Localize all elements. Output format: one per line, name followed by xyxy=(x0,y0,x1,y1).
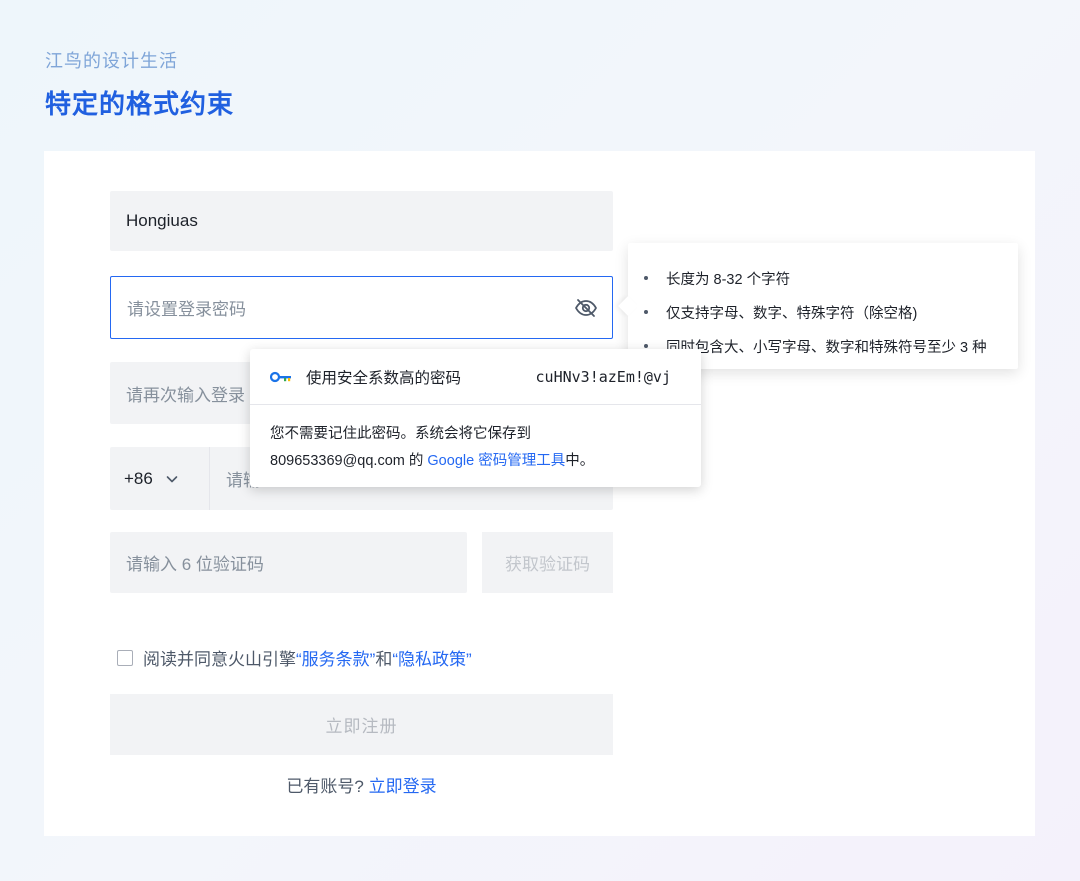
suggestion-line1: 您不需要记住此密码。系统会将它保存到 xyxy=(270,426,531,442)
suggestion-suffix: 中。 xyxy=(565,453,595,469)
suggestion-description: 您不需要记住此密码。系统会将它保存到 809653369@qq.com 的 Go… xyxy=(250,405,701,475)
login-prompt: 已有账号? 立即登录 xyxy=(0,772,723,797)
chevron-down-icon xyxy=(166,475,178,482)
password-manager-link[interactable]: Google 密码管理工具 xyxy=(427,453,565,469)
password-suggestion-popup: 使用安全系数高的密码 cuHNv3!azEm!@vj 您不需要记住此密码。系统会… xyxy=(250,349,701,487)
rule-item: 长度为 8-32 个字符 xyxy=(644,261,1018,295)
brand-label: 江鸟的设计生活 xyxy=(45,51,178,71)
privacy-link[interactable]: “隐私政策” xyxy=(392,645,471,670)
suggestion-email: 809653369@qq.com 的 xyxy=(270,453,428,469)
login-link[interactable]: 立即登录 xyxy=(369,777,437,796)
username-input[interactable]: Hongiuas xyxy=(110,191,613,251)
rule-text: 长度为 8-32 个字符 xyxy=(666,271,791,288)
suggestion-label: 使用安全系数高的密码 xyxy=(306,369,462,387)
rule-item: 仅支持字母、数字、特殊字符（除空格) xyxy=(644,295,1018,329)
code-placeholder: 请输入 6 位验证码 xyxy=(126,555,264,574)
confirm-placeholder: 请再次输入登录 xyxy=(126,385,245,405)
page-title: 特定的格式约束 xyxy=(45,89,235,119)
use-suggested-password[interactable]: 使用安全系数高的密码 cuHNv3!azEm!@vj xyxy=(250,349,701,405)
checkbox-icon[interactable] xyxy=(117,649,133,666)
terms-link[interactable]: “服务条款” xyxy=(296,645,375,670)
agreement-text: 阅读并同意火山引擎 xyxy=(143,650,296,669)
bullet xyxy=(644,310,648,314)
rule-text: 仅支持字母、数字、特殊字符（除空格) xyxy=(666,305,918,322)
password-placeholder: 请设置登录密码 xyxy=(127,300,246,319)
suggested-password: cuHNv3!azEm!@vj xyxy=(535,367,671,386)
username-value: Hongiuas xyxy=(126,211,198,230)
agreement-and: 和 xyxy=(375,650,393,669)
country-code-select[interactable]: +86 xyxy=(110,447,210,510)
password-input[interactable]: 请设置登录密码 xyxy=(110,276,613,339)
country-code-value: +86 xyxy=(124,468,153,488)
get-code-button[interactable]: 获取验证码 xyxy=(482,532,613,593)
key-icon xyxy=(270,371,291,382)
agreement-row: 阅读并同意火山引擎 “服务条款” 和 “隐私政策” xyxy=(117,645,472,670)
rule-text: 同时包含大、小写字母、数字和特殊符号至少 3 种 xyxy=(666,339,987,356)
verification-code-input[interactable]: 请输入 6 位验证码 xyxy=(110,532,467,593)
have-account-text: 已有账号? xyxy=(286,777,364,796)
register-button[interactable]: 立即注册 xyxy=(110,694,613,755)
bullet xyxy=(644,344,648,348)
bullet xyxy=(644,276,648,280)
eye-off-icon[interactable] xyxy=(574,296,598,320)
